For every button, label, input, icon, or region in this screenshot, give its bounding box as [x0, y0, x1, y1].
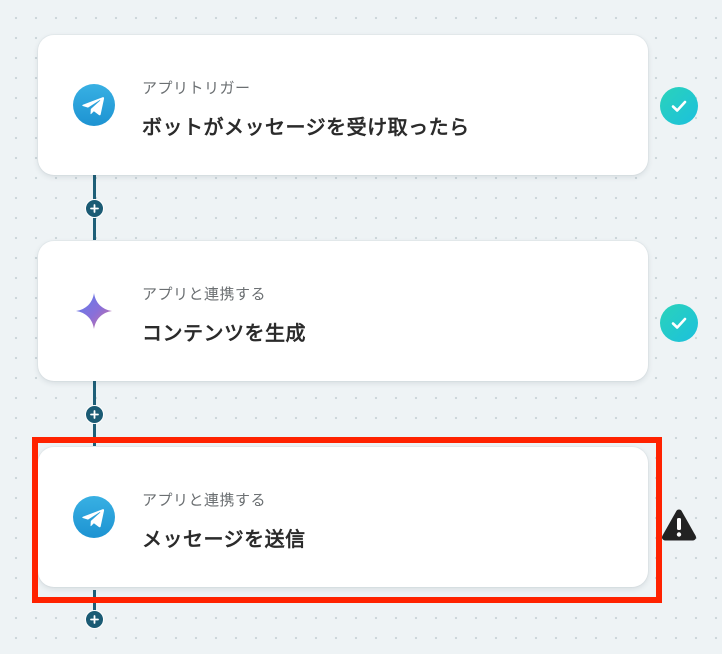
step-title: メッセージを送信 [142, 527, 306, 551]
add-step-button[interactable] [85, 199, 104, 218]
check-circle-icon [660, 304, 698, 342]
warning-icon [660, 506, 698, 544]
step-kicker: アプリと連携する [142, 491, 267, 509]
flow-step-card[interactable]: アプリと連携する コンテンツを生成 [38, 241, 648, 381]
gemini-sparkle-icon [73, 290, 115, 332]
flow-canvas: アプリトリガー ボットがメッセージを受け取ったら アプリと連携する コンテンツを… [0, 0, 722, 654]
plus-icon [90, 204, 99, 213]
step-title: コンテンツを生成 [142, 321, 306, 345]
step-kicker: アプリトリガー [142, 79, 251, 97]
flow-step-card[interactable]: アプリトリガー ボットがメッセージを受け取ったら [38, 35, 648, 175]
add-step-button[interactable] [85, 405, 104, 424]
add-step-button[interactable] [85, 610, 104, 629]
check-circle-icon [660, 87, 698, 125]
plus-icon [90, 410, 99, 419]
step-title: ボットがメッセージを受け取ったら [142, 115, 470, 139]
telegram-icon [73, 496, 115, 538]
plus-icon [90, 615, 99, 624]
flow-step-card[interactable]: アプリと連携する メッセージを送信 [38, 447, 648, 587]
step-kicker: アプリと連携する [142, 285, 267, 303]
telegram-icon [73, 84, 115, 126]
